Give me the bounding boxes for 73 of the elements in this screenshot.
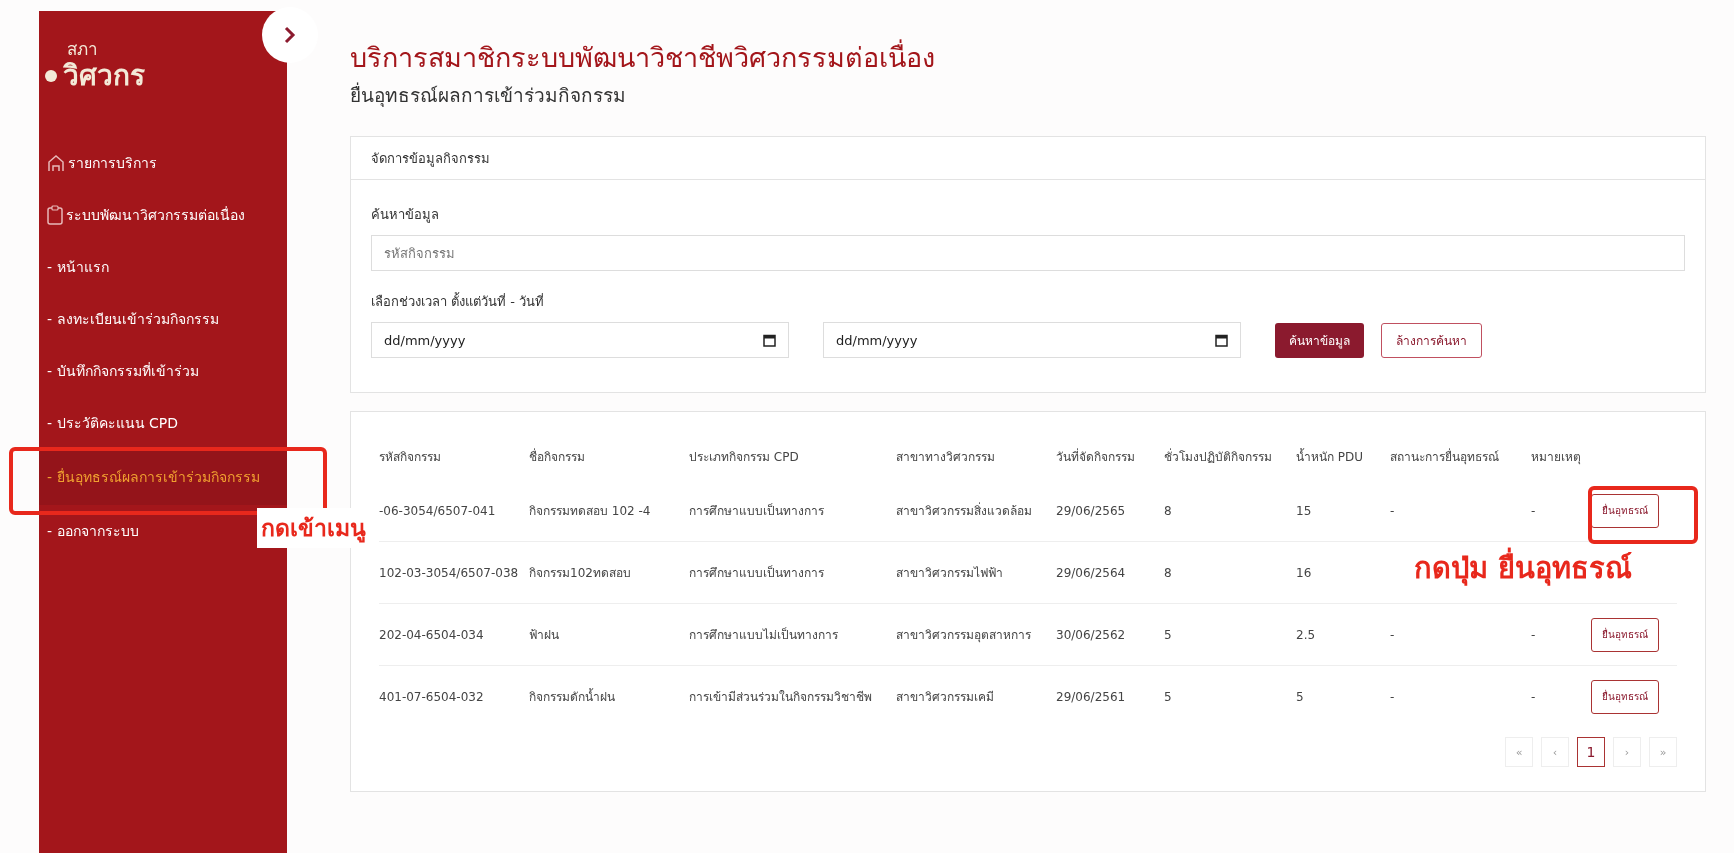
- page-button[interactable]: 1: [1577, 737, 1605, 767]
- column-header: ประเภทกิจกรรม CPD: [689, 448, 800, 466]
- table-cell-text: ฟ้าฝน: [529, 627, 559, 644]
- column-header: รหัสกิจกรรม: [379, 448, 442, 466]
- table-cell-text: การศึกษาแบบเป็นทางการ: [689, 502, 824, 520]
- table-cell-text: การศึกษาแบบไม่เป็นทางการ: [689, 626, 838, 644]
- sidebar-item[interactable]: - หน้าแรก: [39, 241, 117, 293]
- appeal-button[interactable]: ยื่นอุทธรณ์: [1591, 679, 1659, 714]
- column-header: ชั่วโมงปฏิบัติกิจกรรม: [1164, 447, 1273, 466]
- table-cell: 8: [1164, 565, 1172, 580]
- table-cell-text: กิจกรรมทดสอบ 102 -4: [529, 503, 651, 520]
- search-field[interactable]: รหัสกิจกรรม: [371, 235, 1685, 271]
- column-header: สาขาทางวิศวกรรม: [896, 448, 996, 466]
- table-cell: 16: [1296, 565, 1312, 580]
- table-cell: -: [1390, 503, 1395, 518]
- table-cell-text: กิจกรรม102ทดสอบ: [529, 565, 631, 582]
- page-subtitle: ยื่นอุทธรณ์ผลการเข้าร่วมกิจกรรม: [350, 81, 627, 109]
- column-header: น้ำหนัก PDU: [1296, 447, 1365, 466]
- table-cell: 30/06/2562: [1056, 627, 1126, 642]
- table-cell: -: [1531, 689, 1536, 704]
- table-cell: 15: [1296, 503, 1312, 518]
- logo-text: วิศวกร: [63, 59, 145, 93]
- table-cell: 5: [1296, 689, 1304, 704]
- sidebar-item[interactable]: - ออกจากระบบ: [39, 505, 147, 557]
- date-field[interactable]: dd/mm/yyyy: [823, 322, 1241, 358]
- table-cell: -06-3054/6507-041: [379, 503, 496, 518]
- sidebar-item[interactable]: - บันทึกกิจกรรมที่เข้าร่วม: [39, 345, 207, 397]
- calendar-icon: [763, 333, 776, 347]
- table-cell-text: การเข้ามีส่วนร่วมในกิจกรรมวิชาชีพ: [689, 689, 872, 706]
- table-cell: 8: [1164, 503, 1172, 518]
- appeal-button[interactable]: ยื่นอุทธรณ์: [1591, 617, 1659, 652]
- card-header: จัดการข้อมูลกิจกรรม: [371, 149, 490, 169]
- table-cell: 29/06/2565: [1056, 503, 1126, 518]
- table-cell-text: สาขาวิศวกรรมอุตสาหการ: [896, 627, 1031, 644]
- table-cell: -: [1390, 627, 1395, 642]
- table-cell: 401-07-6504-032: [379, 689, 484, 704]
- table-cell: 29/06/2561: [1056, 689, 1126, 704]
- logo-dot-icon: [45, 70, 57, 82]
- table-cell: 102-03-3054/6507-038: [379, 565, 519, 580]
- chevron-right-icon: [284, 26, 296, 44]
- sidebar-item[interactable]: ระบบพัฒนาวิศวกรรมต่อเนื่อง: [39, 189, 253, 241]
- clipboard-icon: [47, 205, 63, 225]
- table-cell: 29/06/2564: [1056, 565, 1126, 580]
- table-cell: 5: [1164, 627, 1172, 642]
- column-header: หมายเหตุ: [1531, 448, 1582, 467]
- search-label: ค้นหาข้อมูล: [371, 206, 440, 225]
- sidebar-item[interactable]: รายการบริการ: [39, 137, 165, 189]
- home-icon: [47, 154, 65, 172]
- table-cell: -: [1390, 689, 1395, 704]
- table-cell: -: [1531, 503, 1536, 518]
- calendar-icon: [1215, 333, 1228, 347]
- table-cell: 2.5: [1296, 627, 1316, 642]
- sidebar-item[interactable]: - ประวัติคะแนน CPD: [39, 397, 186, 449]
- date-range-label: เลือกช่วงเวลา ตั้งแต่วันที่ - วันที่: [371, 291, 546, 311]
- table-cell-text: สาขาวิศวกรรมเคมี: [896, 689, 994, 706]
- column-header: สถานะการยื่นอุทธรณ์: [1390, 447, 1500, 467]
- table-cell-text: สาขาวิศวกรรมไฟฟ้า: [896, 565, 1003, 582]
- table-cell-text: การศึกษาแบบเป็นทางการ: [689, 564, 824, 582]
- table-cell: 5: [1164, 689, 1172, 704]
- date-field[interactable]: dd/mm/yyyy: [371, 322, 789, 358]
- column-header: ชื่อกิจกรรม: [529, 447, 586, 466]
- appeal-button[interactable]: ยื่นอุทธรณ์: [1591, 493, 1659, 528]
- table-cell: สาขาวิศวกรรมสิ่งแวดล้อม: [896, 501, 1032, 520]
- table-cell: กิจกรรมดักน้ำฝน: [529, 687, 615, 706]
- sidebar-item[interactable]: - ลงทะเบียนเข้าร่วมกิจกรรม: [39, 293, 227, 345]
- sidebar-item[interactable]: - ยื่นอุทธรณ์ผลการเข้าร่วมกิจกรรม: [39, 449, 287, 505]
- table-cell: 202-04-6504-034: [379, 627, 484, 642]
- search-button[interactable]: ค้นหาข้อมูล: [1275, 322, 1364, 358]
- logo-text: สภา: [67, 39, 99, 59]
- clear-button[interactable]: ล้างการค้นหา: [1381, 322, 1482, 358]
- page-title: บริการสมาชิกระบบพัฒนาวิชาชีพวิศวกรรมต่อเนื่อง: [350, 38, 1706, 78]
- table-cell: -: [1531, 627, 1536, 642]
- column-header: วันที่จัดกิจกรรม: [1056, 447, 1136, 466]
